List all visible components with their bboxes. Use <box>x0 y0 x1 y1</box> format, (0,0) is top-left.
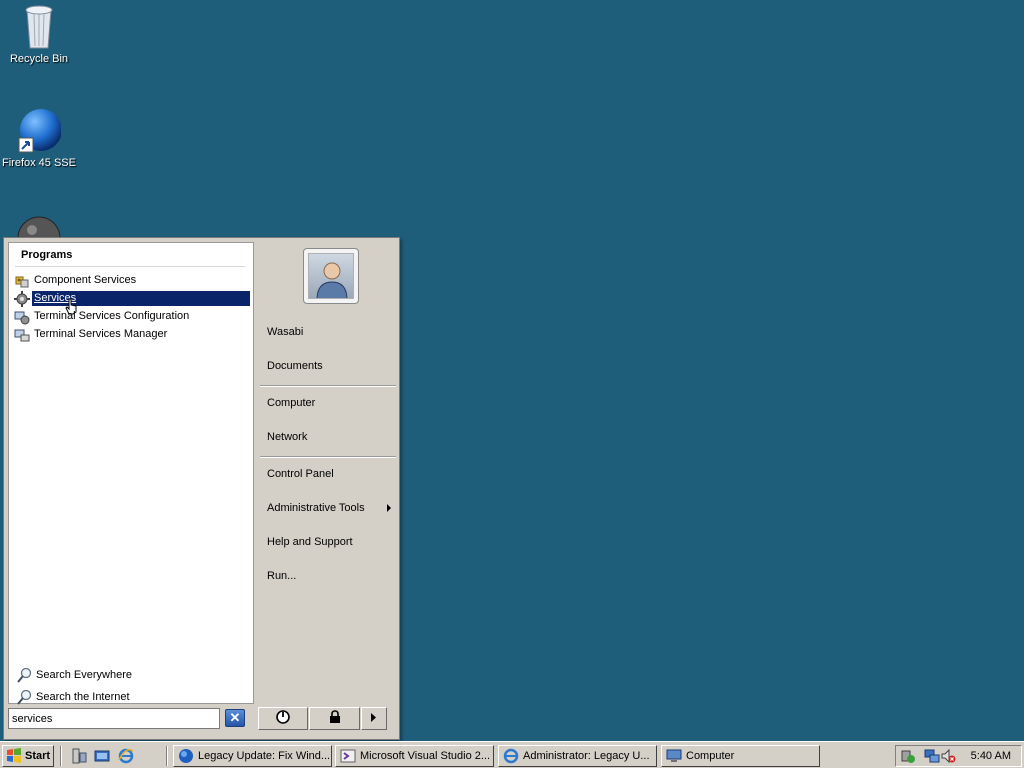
menu-item-label: Administrative Tools <box>267 502 365 514</box>
task-button-legacy-update[interactable]: Legacy Update: Fix Wind... <box>173 745 332 767</box>
submenu-arrow-icon <box>387 504 391 512</box>
desktop-icon-firefox[interactable]: Firefox 45 SSE <box>0 106 79 169</box>
task-button-computer[interactable]: Computer <box>661 745 820 767</box>
terminal-services-config-icon <box>14 309 30 325</box>
user-avatar[interactable] <box>303 248 359 304</box>
chevron-right-icon <box>371 712 377 725</box>
search-internet-link[interactable]: Search the Internet <box>17 689 130 705</box>
firefox-icon <box>178 748 194 764</box>
search-link-label: Search Everywhere <box>36 669 132 681</box>
menu-item-administrative-tools[interactable]: Administrative Tools <box>267 499 395 517</box>
menu-item-help-and-support[interactable]: Help and Support <box>267 533 395 551</box>
programs-pane: Programs Component Services Services Ter… <box>8 242 254 705</box>
server-manager-icon[interactable] <box>71 748 87 764</box>
start-search-input[interactable] <box>8 708 220 729</box>
computer-icon <box>666 748 682 764</box>
task-button-visual-studio[interactable]: Microsoft Visual Studio 2... <box>335 745 494 767</box>
task-label: Computer <box>686 750 735 762</box>
menu-item-user-folder[interactable]: Wasabi <box>267 323 395 341</box>
component-services-icon <box>14 273 30 289</box>
clear-search-button[interactable]: ✕ <box>225 709 245 727</box>
desktop-icon-recycle-bin[interactable]: Recycle Bin <box>0 2 79 65</box>
menu-separator <box>260 456 396 458</box>
taskbar-divider <box>60 746 62 766</box>
internet-explorer-icon[interactable] <box>118 748 134 764</box>
desktop-icon-label: Firefox 45 SSE <box>2 157 76 169</box>
task-label: Administrator: Legacy U... <box>523 750 650 762</box>
search-link-label: Search the Internet <box>36 691 130 703</box>
search-icon <box>17 689 33 705</box>
program-label: Terminal Services Manager <box>34 328 168 340</box>
firefox-icon <box>17 106 62 154</box>
task-label: Legacy Update: Fix Wind... <box>198 750 331 762</box>
close-icon: ✕ <box>229 710 241 725</box>
menu-item-control-panel[interactable]: Control Panel <box>267 465 395 483</box>
system-tray: 5:40 AM <box>895 745 1022 767</box>
show-desktop-icon[interactable] <box>94 748 110 764</box>
search-everywhere-link[interactable]: Search Everywhere <box>17 667 132 683</box>
menu-separator <box>260 385 396 387</box>
task-label: Microsoft Visual Studio 2... <box>360 750 491 762</box>
desktop-icon-label: Recycle Bin <box>9 53 69 65</box>
recycle-bin-icon <box>17 2 61 50</box>
start-menu: Programs Component Services Services Ter… <box>3 237 400 740</box>
windows-logo-icon <box>6 748 22 764</box>
internet-explorer-icon <box>503 748 519 764</box>
taskbar: Start Legacy Update: Fix Wind... Microso… <box>0 741 1024 768</box>
network-icon[interactable] <box>924 748 940 764</box>
heading-divider <box>15 266 245 267</box>
shutdown-options-button[interactable] <box>361 707 387 730</box>
security-shield-icon[interactable] <box>900 748 916 764</box>
gear-icon <box>14 290 30 307</box>
lock-icon <box>329 710 341 727</box>
program-terminal-services-manager[interactable]: Terminal Services Manager <box>14 326 250 343</box>
places-pane: Wasabi Documents Computer Network Contro… <box>258 242 398 704</box>
volume-muted-icon[interactable] <box>940 748 956 764</box>
power-button[interactable] <box>258 707 308 730</box>
program-terminal-services-configuration[interactable]: Terminal Services Configuration <box>14 308 250 325</box>
program-label: Terminal Services Configuration <box>34 310 190 322</box>
start-label: Start <box>25 750 51 762</box>
program-component-services[interactable]: Component Services <box>14 272 250 289</box>
menu-item-network[interactable]: Network <box>267 428 395 446</box>
task-button-administrator[interactable]: Administrator: Legacy U... <box>498 745 657 767</box>
menu-item-documents[interactable]: Documents <box>267 357 395 375</box>
program-services[interactable]: Services <box>14 290 250 315</box>
lock-button[interactable] <box>309 707 360 730</box>
start-button[interactable]: Start <box>2 745 54 767</box>
program-label: Component Services <box>34 274 137 286</box>
search-icon <box>17 667 33 683</box>
visual-studio-icon <box>340 748 356 764</box>
taskbar-divider <box>166 746 168 766</box>
clock[interactable]: 5:40 AM <box>971 750 1011 762</box>
terminal-services-manager-icon <box>14 327 30 343</box>
menu-item-computer[interactable]: Computer <box>267 394 395 412</box>
menu-item-run[interactable]: Run... <box>267 567 395 585</box>
programs-heading: Programs <box>21 249 73 261</box>
user-icon <box>308 253 354 299</box>
power-icon <box>276 710 290 727</box>
